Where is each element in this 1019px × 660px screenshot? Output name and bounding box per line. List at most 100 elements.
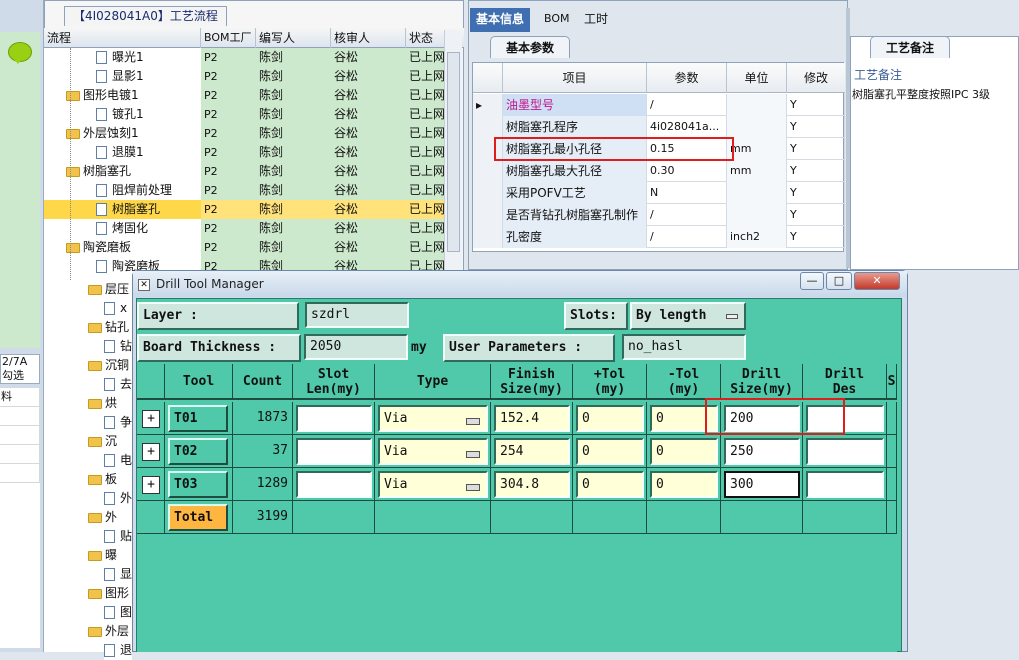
- column-header-flow[interactable]: 流程: [44, 28, 201, 48]
- process-tree-row-partial[interactable]: 电镀: [104, 451, 132, 470]
- finish-size-input[interactable]: 152.4: [494, 405, 570, 432]
- process-tree-row-partial[interactable]: 贴: [104, 527, 132, 546]
- slot-length-input[interactable]: [296, 471, 372, 498]
- process-tree-row-partial[interactable]: 争: [104, 413, 132, 432]
- process-tree-row[interactable]: 显影1 P2 陈剑 谷松 已上网: [44, 67, 444, 86]
- param-value-cell[interactable]: N: [647, 182, 727, 204]
- process-step-label: 外层蚀刻1: [83, 126, 139, 140]
- process-tree-row-partial[interactable]: 曝: [88, 546, 132, 565]
- slot-length-input[interactable]: [296, 405, 372, 432]
- minus-tol-input[interactable]: 0: [650, 438, 718, 465]
- tab-basic-params[interactable]: 基本参数: [490, 36, 570, 58]
- total-button[interactable]: Total: [168, 504, 228, 531]
- tool-button[interactable]: T01: [168, 405, 228, 432]
- column-header-status[interactable]: 状态: [406, 28, 444, 48]
- left-grid-row: [0, 407, 40, 426]
- column-header-reviewer[interactable]: 核审人: [331, 28, 406, 48]
- total-row-cell: Total: [165, 501, 233, 534]
- process-tree-row-partial[interactable]: 层压: [88, 280, 132, 299]
- column-header-author[interactable]: 编写人: [256, 28, 331, 48]
- param-value-cell[interactable]: /: [647, 94, 727, 116]
- expand-plus-icon[interactable]: +: [142, 410, 160, 428]
- column-header-unit[interactable]: 单位: [727, 63, 787, 93]
- params-row[interactable]: 树脂塞孔程序 4i028041a... Y: [473, 116, 845, 138]
- type-select[interactable]: Via: [378, 471, 488, 498]
- type-select[interactable]: Via: [378, 438, 488, 465]
- process-tree-row[interactable]: 阻焊前处理 P2 陈剑 谷松 已上网: [44, 181, 444, 200]
- board-thickness-input[interactable]: 2050: [304, 334, 408, 360]
- process-tree-row-partial[interactable]: 图形: [88, 584, 132, 603]
- header-line-1: Drill: [741, 367, 782, 382]
- tool-button[interactable]: T03: [168, 471, 228, 498]
- expand-plus-icon[interactable]: +: [142, 443, 160, 461]
- minimize-button[interactable]: —: [800, 272, 824, 290]
- column-header-item[interactable]: 项目: [503, 63, 647, 93]
- user-parameters-button[interactable]: User Parameters :: [443, 334, 615, 362]
- drill-des-input[interactable]: [806, 438, 884, 465]
- drill-des-input[interactable]: [806, 471, 884, 498]
- scrollbar-thumb[interactable]: [447, 52, 460, 252]
- params-row[interactable]: 孔密度 / inch2 Y: [473, 226, 845, 248]
- params-row[interactable]: 采用POFV工艺 N Y: [473, 182, 845, 204]
- process-tree-row-partial[interactable]: 沉铜: [88, 356, 132, 375]
- process-tree-row[interactable]: 镀孔1 P2 陈剑 谷松 已上网: [44, 105, 444, 124]
- tab-basic-info[interactable]: 基本信息: [470, 8, 531, 32]
- process-tree-row-partial[interactable]: 钻孔: [88, 318, 132, 337]
- layer-input[interactable]: szdrl: [305, 302, 409, 328]
- document-icon: [104, 340, 115, 353]
- finish-size-input[interactable]: 304.8: [494, 471, 570, 498]
- column-header-value[interactable]: 参数: [647, 63, 727, 93]
- tool-button[interactable]: T02: [168, 438, 228, 465]
- process-step-label: 图: [120, 605, 132, 619]
- params-row[interactable]: 是否背钻孔树脂塞孔制作 / Y: [473, 204, 845, 226]
- close-button[interactable]: ✕: [854, 272, 900, 290]
- plus-tol-input[interactable]: 0: [576, 405, 644, 432]
- param-value-cell[interactable]: /: [647, 204, 727, 226]
- process-tree-row-partial[interactable]: 显: [104, 565, 132, 584]
- plus-tol-input[interactable]: 0: [576, 471, 644, 498]
- process-tree-row[interactable]: 树脂塞孔 P2 陈剑 谷松 已上网: [44, 200, 444, 219]
- process-tree-row-partial[interactable]: 图: [104, 603, 132, 622]
- param-value-cell[interactable]: 4i028041a...: [647, 116, 727, 138]
- drill-size-input[interactable]: 250: [724, 438, 800, 465]
- maximize-button[interactable]: □: [826, 272, 852, 290]
- process-tree-row-partial[interactable]: 板: [88, 470, 132, 489]
- process-tree-row-partial[interactable]: 钻: [104, 337, 132, 356]
- process-tree-row-partial[interactable]: 外层: [104, 489, 132, 508]
- process-tree-row-partial[interactable]: x: [104, 299, 132, 318]
- slots-dropdown[interactable]: By length: [630, 302, 746, 330]
- process-tree-row[interactable]: 图形电镀1 P2 陈剑 谷松 已上网: [44, 86, 444, 105]
- minus-tol-input[interactable]: 0: [650, 471, 718, 498]
- params-row[interactable]: ▸ 油墨型号 / Y: [473, 94, 845, 116]
- param-value-cell[interactable]: /: [647, 226, 727, 248]
- column-header-modified[interactable]: 修改: [787, 63, 845, 93]
- chat-bubble-icon[interactable]: [8, 42, 32, 64]
- drill-size-input[interactable]: 300: [724, 471, 800, 498]
- process-tree-row-partial[interactable]: 烘: [88, 394, 132, 413]
- process-tree-row-partial[interactable]: 外: [88, 508, 132, 527]
- process-tree-row[interactable]: 退膜1 P2 陈剑 谷松 已上网: [44, 143, 444, 162]
- process-tree-row[interactable]: 曝光1 P2 陈剑 谷松 已上网: [44, 48, 444, 67]
- remark-text[interactable]: 树脂塞孔平整度按照IPC 3级: [852, 86, 990, 102]
- slot-length-input[interactable]: [296, 438, 372, 465]
- process-tree-row-partial[interactable]: 沉: [88, 432, 132, 451]
- tab-process-remark[interactable]: 工艺备注: [870, 36, 950, 58]
- process-tree-row-partial[interactable]: 退: [104, 641, 132, 660]
- user-parameters-input[interactable]: no_hasl: [622, 334, 746, 360]
- finish-size-input[interactable]: 254: [494, 438, 570, 465]
- process-tree-row-partial[interactable]: 外层: [88, 622, 132, 641]
- params-row[interactable]: 树脂塞孔最大孔径 0.30 mm Y: [473, 160, 845, 182]
- plus-tol-input[interactable]: 0: [576, 438, 644, 465]
- expand-plus-icon[interactable]: +: [142, 476, 160, 494]
- column-header-bom[interactable]: BOM工厂: [201, 28, 256, 48]
- param-value-cell[interactable]: 0.30: [647, 160, 727, 182]
- process-tree-row[interactable]: 烤固化 P2 陈剑 谷松 已上网: [44, 219, 444, 238]
- type-select[interactable]: Via: [378, 405, 488, 432]
- process-tree-row[interactable]: 树脂塞孔 P2 陈剑 谷松 已上网: [44, 162, 444, 181]
- tab-work-hours[interactable]: 工时: [578, 8, 614, 32]
- process-tree-row[interactable]: 陶瓷磨板 P2 陈剑 谷松 已上网: [44, 238, 444, 257]
- process-tree-row-partial[interactable]: 去: [104, 375, 132, 394]
- process-scrollbar[interactable]: [444, 30, 462, 280]
- process-tree-row[interactable]: 外层蚀刻1 P2 陈剑 谷松 已上网: [44, 124, 444, 143]
- tab-bom[interactable]: BOM: [538, 8, 576, 32]
